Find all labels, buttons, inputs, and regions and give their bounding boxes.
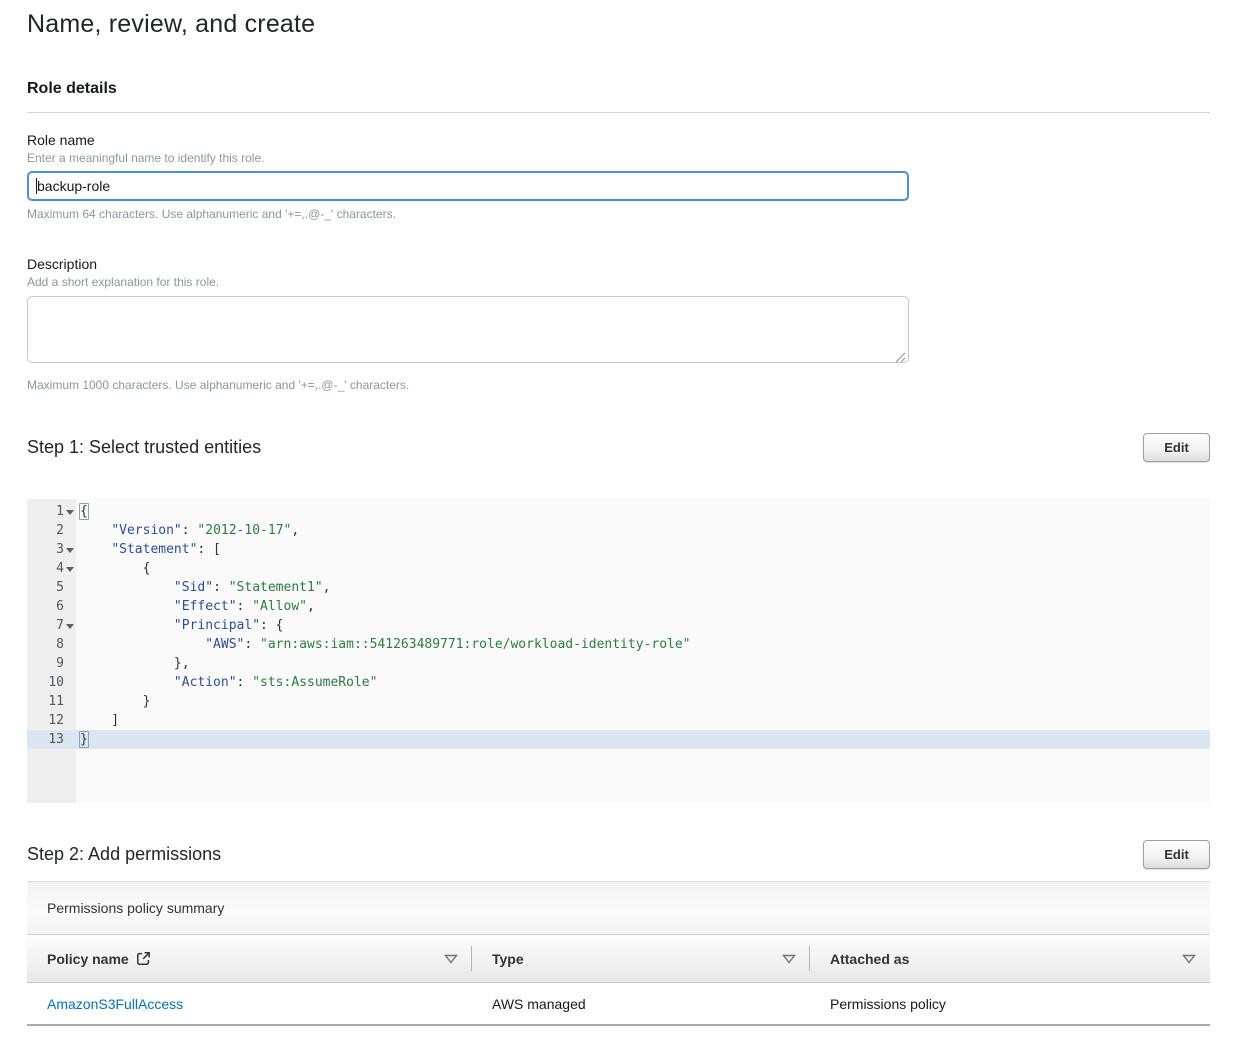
editor-line-number: 2 (27, 521, 76, 540)
editor-line-number: 5 (27, 578, 76, 597)
column-header-attached-as[interactable]: Attached as (810, 935, 1210, 982)
role-name-label: Role name (27, 132, 1210, 148)
editor-code-text: "Version": "2012-10-17", (76, 521, 299, 540)
table-row: AmazonS3FullAccess AWS managedPermissions… (27, 983, 1210, 1026)
fold-arrow-icon[interactable] (66, 567, 74, 572)
editor-line[interactable]: 9 }, (27, 654, 1210, 673)
permissions-panel-title: Permissions policy summary (47, 900, 224, 916)
policy-name-link[interactable]: AmazonS3FullAccess (47, 996, 183, 1012)
editor-code-text: "Effect": "Allow", (76, 597, 315, 616)
permissions-table-body: AmazonS3FullAccess AWS managedPermissions… (27, 983, 1210, 1026)
editor-line[interactable]: 7 "Principal": { (27, 616, 1210, 635)
fold-arrow-icon[interactable] (66, 548, 74, 553)
trust-policy-editor-lines: 1{2 "Version": "2012-10-17",3 "Statement… (27, 499, 1210, 749)
page-title: Name, review, and create (27, 10, 1210, 39)
editor-code-text: "Action": "sts:AssumeRole" (76, 673, 377, 692)
step1-edit-button[interactable]: Edit (1143, 433, 1210, 462)
editor-line[interactable]: 8 "AWS": "arn:aws:iam::541263489771:role… (27, 635, 1210, 654)
editor-line-number: 7 (27, 616, 76, 635)
permissions-table-header: Policy name Type Attached as (27, 935, 1210, 983)
step2-header: Step 2: Add permissions Edit (27, 840, 1210, 869)
editor-code-text: { (76, 559, 150, 578)
editor-line-number: 1 (27, 502, 76, 521)
role-details-heading: Role details (27, 80, 1210, 98)
role-name-constraint: Maximum 64 characters. Use alphanumeric … (27, 207, 1210, 221)
attached-as-cell: Permissions policy (810, 983, 1210, 1024)
editor-line[interactable]: 4 { (27, 559, 1210, 578)
editor-code-text: } (76, 692, 150, 711)
editor-code-text: "AWS": "arn:aws:iam::541263489771:role/w… (76, 635, 691, 654)
editor-code-text: }, (76, 654, 190, 673)
column-header-type[interactable]: Type (472, 935, 810, 982)
editor-code-text: { (76, 502, 88, 521)
editor-line[interactable]: 3 "Statement": [ (27, 540, 1210, 559)
column-header-policy-name[interactable]: Policy name (27, 935, 472, 982)
description-textarea-wrap (27, 296, 909, 368)
name-review-create-page: Name, review, and create Role details Ro… (0, 0, 1242, 1046)
editor-line-number: 10 (27, 673, 76, 692)
step2-title: Step 2: Add permissions (27, 844, 221, 865)
trust-policy-editor[interactable]: 1{2 "Version": "2012-10-17",3 "Statement… (27, 499, 1210, 803)
description-label: Description (27, 256, 1210, 272)
column-label: Type (492, 951, 524, 967)
description-textarea[interactable] (27, 296, 909, 363)
editor-line-number: 11 (27, 692, 76, 711)
permissions-panel-header: Permissions policy summary (27, 881, 1210, 935)
editor-line[interactable]: 10 "Action": "sts:AssumeRole" (27, 673, 1210, 692)
editor-line-number: 3 (27, 540, 76, 559)
editor-line[interactable]: 13} (27, 730, 1210, 749)
role-name-input[interactable] (27, 171, 909, 201)
role-name-input-wrap (27, 171, 909, 201)
step1-header: Step 1: Select trusted entities Edit (27, 433, 1210, 462)
editor-code-text: "Sid": "Statement1", (76, 578, 330, 597)
external-link-icon (136, 951, 151, 966)
column-label: Policy name (47, 951, 129, 967)
editor-line-number: 13 (27, 730, 76, 749)
section-divider (27, 112, 1210, 113)
editor-line-number: 6 (27, 597, 76, 616)
editor-code-text: } (76, 730, 88, 749)
editor-line[interactable]: 5 "Sid": "Statement1", (27, 578, 1210, 597)
editor-line[interactable]: 2 "Version": "2012-10-17", (27, 521, 1210, 540)
editor-line[interactable]: 11 } (27, 692, 1210, 711)
step2-edit-button[interactable]: Edit (1143, 840, 1210, 869)
role-name-field: Role name Enter a meaningful name to ide… (27, 132, 1210, 221)
step1-title: Step 1: Select trusted entities (27, 437, 261, 458)
column-label: Attached as (830, 951, 909, 967)
filter-dropdown-icon[interactable] (1182, 954, 1196, 964)
filter-dropdown-icon[interactable] (782, 954, 796, 964)
description-hint: Add a short explanation for this role. (27, 275, 1210, 289)
description-constraint: Maximum 1000 characters. Use alphanumeri… (27, 378, 1210, 392)
permissions-panel: Permissions policy summary Policy name T… (27, 881, 1210, 1026)
editor-line-number: 4 (27, 559, 76, 578)
editor-line-number: 8 (27, 635, 76, 654)
policy-name-cell: AmazonS3FullAccess (27, 983, 472, 1024)
editor-line-number: 9 (27, 654, 76, 673)
editor-code-text: "Statement": [ (76, 540, 221, 559)
fold-arrow-icon[interactable] (66, 624, 74, 629)
editor-line[interactable]: 12 ] (27, 711, 1210, 730)
policy-type-cell: AWS managed (472, 983, 810, 1024)
text-cursor (36, 178, 37, 194)
editor-line[interactable]: 1{ (27, 502, 1210, 521)
editor-code-text: "Principal": { (76, 616, 284, 635)
editor-line[interactable]: 6 "Effect": "Allow", (27, 597, 1210, 616)
editor-line-number: 12 (27, 711, 76, 730)
description-field: Description Add a short explanation for … (27, 256, 1210, 392)
fold-arrow-icon[interactable] (66, 510, 74, 515)
role-name-hint: Enter a meaningful name to identify this… (27, 151, 1210, 165)
editor-code-text: ] (76, 711, 119, 730)
filter-dropdown-icon[interactable] (444, 954, 458, 964)
